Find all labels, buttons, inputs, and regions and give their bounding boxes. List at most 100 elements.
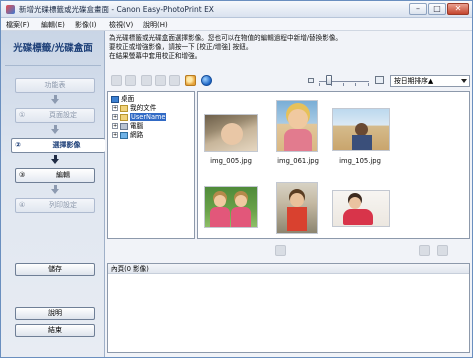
step-menu-button[interactable]: 功能表 — [15, 78, 95, 93]
photo-body — [284, 129, 312, 151]
thumbnail-caption: img_105.jpg — [339, 157, 381, 165]
step-navigation-panel: 光碟標籤/光碟盒面 功能表 ① 頁面設定 ② 選擇影像 ③ 編輯 ④ 列印設定 … — [1, 31, 105, 357]
step-select-images-button[interactable]: ② 選擇影像 — [11, 138, 105, 153]
zoom-tick — [343, 83, 344, 86]
documents-folder-icon — [120, 104, 128, 112]
thumbnail-caption: img_061.jpg — [277, 157, 319, 165]
menu-view[interactable]: 檢視(V) — [109, 20, 133, 30]
tree-item-network[interactable]: + 網路 — [112, 131, 143, 140]
menu-image[interactable]: 影像(I) — [75, 20, 97, 30]
menu-bar: 檔案(F) 編輯(E) 影像(I) 檢視(V) 說明(H) — [1, 18, 472, 31]
menu-edit[interactable]: 編輯(E) — [41, 20, 65, 30]
expand-toggle[interactable]: + — [112, 105, 118, 111]
thumbnail-item[interactable] — [203, 182, 259, 238]
sort-value: 按日期排序▲ — [394, 77, 434, 85]
enhance-icon[interactable] — [169, 75, 180, 86]
remove-all-images-icon[interactable] — [437, 245, 448, 256]
close-button[interactable]: ✕ — [447, 3, 469, 15]
chevron-down-icon — [461, 79, 467, 83]
user-folder-icon — [120, 113, 128, 121]
save-button[interactable]: 儲存 — [15, 263, 95, 276]
thumbnail-image[interactable] — [332, 190, 390, 227]
zoom-out-icon[interactable] — [308, 78, 314, 83]
tree-item-label: 我的文件 — [130, 104, 157, 112]
step-arrow-1 — [51, 95, 59, 104]
sort-dropdown[interactable]: 按日期排序▲ — [390, 75, 470, 87]
photo-face — [290, 193, 304, 207]
step-number: ④ — [19, 201, 26, 209]
instruction-line: 要校正或增強影像，請按一下 [校正/增強] 按鈕。 — [109, 43, 253, 51]
zoom-tick — [355, 83, 356, 86]
window-title: 新增光碟標籤或光碟盒畫面 - Canon Easy-PhotoPrint EX — [19, 5, 214, 14]
photo-face — [235, 195, 247, 207]
remove-image-icon[interactable] — [419, 245, 430, 256]
tree-item-label: 電腦 — [130, 122, 144, 130]
rotate-icon[interactable] — [141, 75, 152, 86]
correct-enhance-icon[interactable] — [185, 75, 196, 86]
tree-item-computer[interactable]: + 電腦 — [112, 122, 143, 131]
menu-file[interactable]: 檔案(F) — [6, 20, 30, 30]
thumbnail-image[interactable] — [204, 186, 258, 228]
photo-face — [288, 109, 308, 129]
step-print-settings-label: 列印設定 — [49, 201, 77, 209]
step-page-setup-button[interactable]: ① 頁面設定 — [15, 108, 95, 123]
step-arrow-2 — [51, 125, 59, 134]
step-number: ① — [19, 111, 26, 119]
add-image-icon[interactable] — [275, 245, 286, 256]
thumbnail-item[interactable]: img_061.jpg — [270, 100, 326, 166]
tree-item-username[interactable]: + UserName — [112, 113, 167, 122]
minimize-button[interactable]: – — [409, 3, 427, 15]
thumbnail-item[interactable] — [270, 182, 326, 238]
expand-toggle[interactable]: + — [112, 132, 118, 138]
select-all-icon[interactable] — [111, 75, 122, 86]
photo-body — [343, 209, 373, 225]
help-button[interactable]: 說明 — [15, 307, 95, 320]
instructions: 為光碟標籤或光碟盒面選擇影像。您也可以在物值的編輯過程中新增/替換影像。 要校正… — [109, 34, 469, 61]
thumbnail-item[interactable]: img_005.jpg — [203, 100, 259, 166]
thumbnail-item[interactable] — [332, 182, 390, 238]
thumbnail-image[interactable] — [332, 108, 390, 151]
step-menu-label: 功能表 — [44, 81, 66, 89]
step-arrow-3 — [51, 155, 59, 164]
tree-item-documents[interactable]: + 我的文件 — [112, 104, 156, 113]
photo-body — [210, 207, 230, 227]
selected-images-header: 內頁(0 影像) — [108, 264, 469, 274]
step-edit-button[interactable]: ③ 編輯 — [15, 168, 95, 183]
photo-face — [214, 195, 226, 207]
maximize-button[interactable]: □ — [428, 3, 446, 15]
thumbnail-image[interactable] — [276, 100, 318, 152]
title-bar[interactable]: 新增光碟標籤或光碟盒畫面 - Canon Easy-PhotoPrint EX … — [1, 1, 472, 18]
deselect-all-icon[interactable] — [125, 75, 136, 86]
app-logo-icon — [6, 5, 15, 14]
menu-help[interactable]: 說明(H) — [143, 20, 168, 30]
thumbnail-image[interactable] — [276, 182, 318, 234]
instruction-line: 為光碟標籤或光碟盒面選擇影像。您也可以在物值的編輯過程中新增/替換影像。 — [109, 34, 343, 42]
image-toolbar: 按日期排序▲ — [107, 72, 470, 90]
step-page-setup-label: 頁面設定 — [49, 111, 77, 119]
network-icon — [120, 131, 128, 139]
thumbnail-area[interactable]: img_005.jpg img_061.jpg img_105.jpg — [197, 91, 470, 239]
thumbnail-image[interactable] — [204, 114, 258, 152]
thumbnail-item[interactable]: img_105.jpg — [332, 100, 390, 166]
instruction-line: 在結果螢幕中套用校正和增強。 — [109, 52, 202, 60]
exit-button[interactable]: 結束 — [15, 324, 95, 337]
selected-images-pane[interactable]: 內頁(0 影像) — [107, 263, 470, 353]
step-number: ② — [15, 141, 21, 149]
zoom-tick — [319, 83, 320, 86]
expand-toggle[interactable]: + — [112, 123, 118, 129]
zoom-slider-thumb[interactable] — [326, 75, 332, 85]
tree-item-label: 網路 — [130, 131, 144, 139]
step-edit-label: 編輯 — [56, 171, 70, 179]
zoom-in-icon[interactable] — [375, 76, 384, 84]
web-icon[interactable] — [201, 75, 212, 86]
correct-icon[interactable] — [155, 75, 166, 86]
step-print-settings-button[interactable]: ④ 列印設定 — [15, 198, 95, 213]
tree-item-label: 桌面 — [121, 95, 135, 103]
desktop-icon — [111, 95, 119, 103]
photo-face — [221, 123, 243, 145]
folder-tree[interactable]: 桌面 + 我的文件 + UserName + 電腦 + 網路 — [107, 91, 195, 239]
thumbnail-caption: img_005.jpg — [210, 157, 252, 165]
mode-title: 光碟標籤/光碟盒面 — [13, 43, 93, 54]
tree-item-desktop[interactable]: 桌面 — [111, 95, 134, 104]
expand-toggle[interactable]: + — [112, 114, 118, 120]
